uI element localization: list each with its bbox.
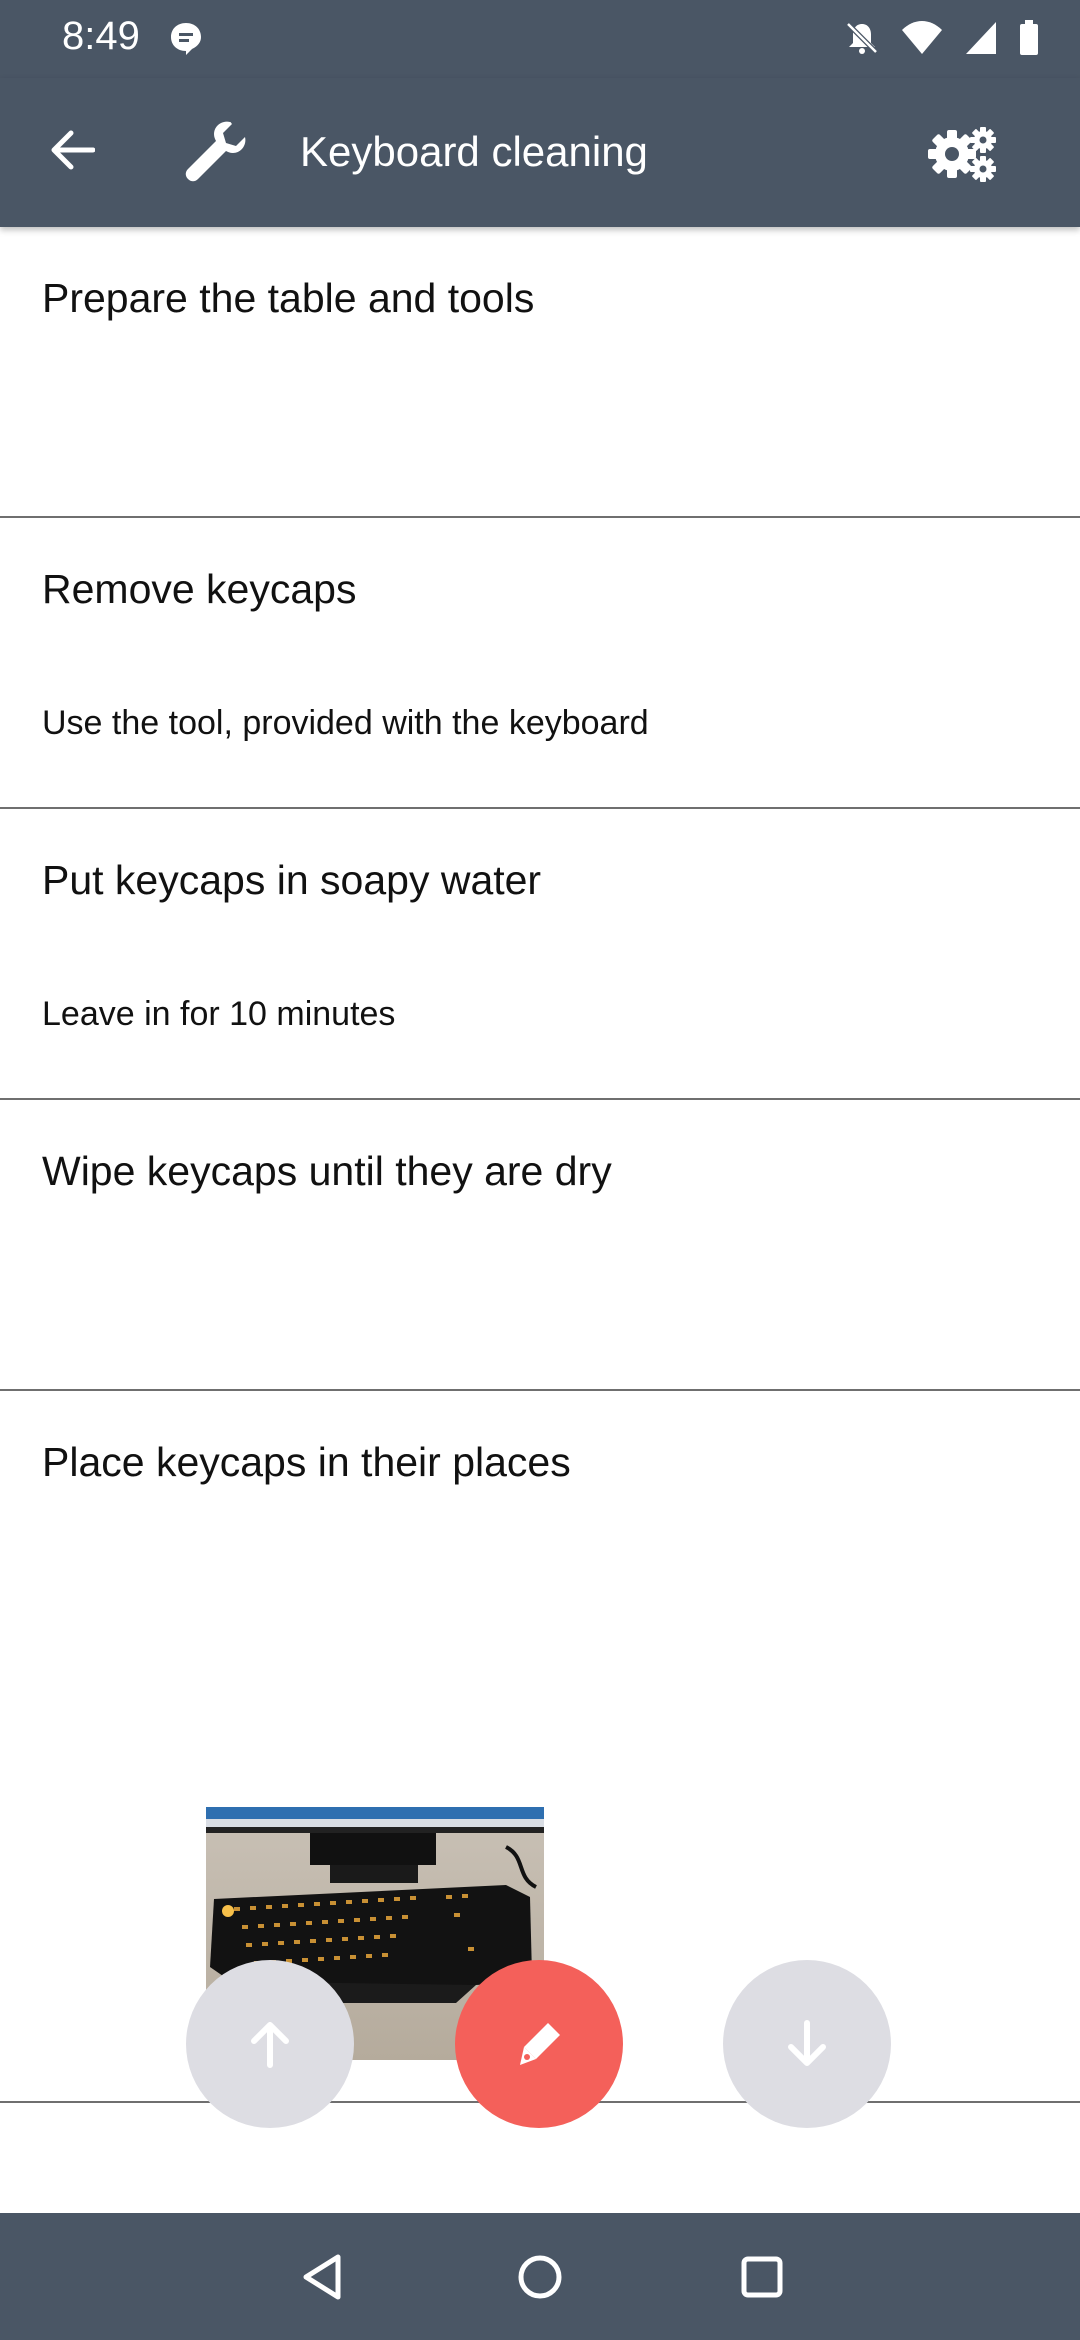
arrow-up-icon [251,2022,289,2068]
move-up-button[interactable] [186,1960,354,2128]
step-title: Put keycaps in soapy water [42,857,542,903]
nav-recents-button[interactable] [730,2245,794,2309]
list-item[interactable]: Remove keycaps Use the tool, provided wi… [0,518,1080,809]
edit-button[interactable] [455,1960,623,2128]
step-title: Wipe keycaps until they are dry [42,1148,612,1194]
nav-home-circle-icon [518,2255,562,2299]
list-item[interactable]: Put keycaps in soapy water Leave in for … [0,809,1080,1100]
chat-notification-icon [171,23,201,55]
status-bar: 8:49 [0,0,1080,78]
nav-home-button[interactable] [508,2245,572,2309]
list-item[interactable]: Wipe keycaps until they are dry [0,1100,1080,1391]
app-bar: Keyboard cleaning [0,78,1080,227]
step-description: Use the tool, provided with the keyboard [42,704,649,742]
nav-back-triangle-icon [303,2254,341,2300]
page-title: Keyboard cleaning [300,128,648,175]
wrench-icon [185,121,246,182]
step-title: Prepare the table and tools [42,275,535,321]
settings-button[interactable] [918,114,1008,194]
status-time: 8:49 [62,14,140,58]
step-actions [0,1960,1080,2130]
settings-gears-icon [928,127,996,182]
step-title: Place keycaps in their places [42,1439,571,1485]
step-description: Leave in for 10 minutes [42,995,396,1033]
arrow-down-icon [788,2020,826,2066]
wifi-icon [902,21,942,54]
notifications-off-icon [846,22,878,54]
nav-recents-square-icon [741,2256,783,2298]
move-down-button[interactable] [723,1960,891,2128]
pen-icon [520,2023,560,2065]
arrow-back-icon [51,130,95,170]
battery-icon [1020,20,1038,55]
back-button[interactable] [36,114,108,186]
status-icons [844,18,1040,58]
list-item[interactable]: Prepare the table and tools [0,227,1080,518]
cell-signal-icon [966,22,996,54]
step-title: Remove keycaps [42,566,357,612]
steps-list: Prepare the table and tools Remove keyca… [0,227,1080,2103]
nav-back-button[interactable] [290,2245,354,2309]
system-nav-bar [0,2213,1080,2340]
